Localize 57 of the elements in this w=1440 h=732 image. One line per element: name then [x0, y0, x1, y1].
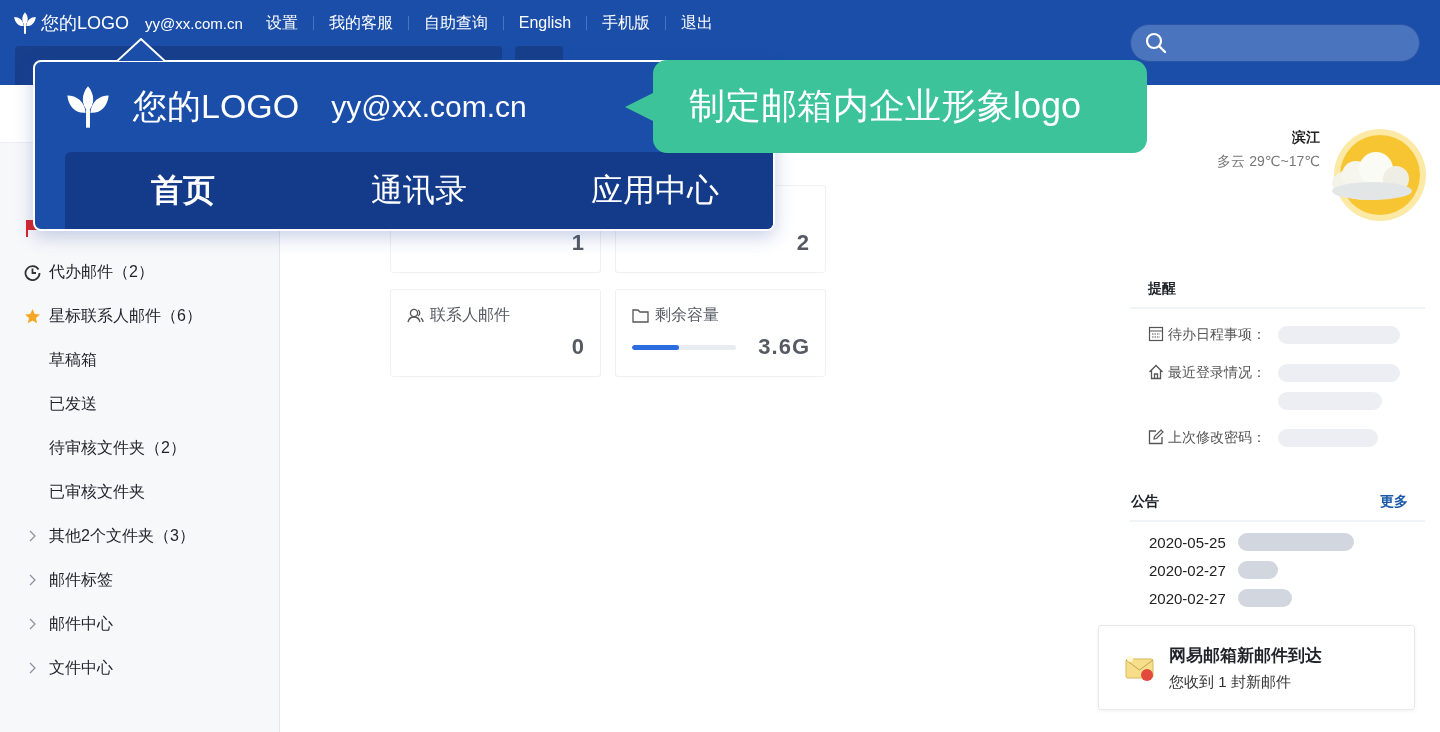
placeholder-bar	[1237, 589, 1292, 607]
search-icon	[1145, 32, 1167, 54]
stat-value: 1	[571, 230, 585, 256]
logo-text: 您的LOGO	[133, 86, 300, 127]
nav-link[interactable]: 自助查询	[418, 12, 493, 34]
clock-icon	[24, 263, 41, 281]
notice-date: 2020-02-27	[1149, 561, 1226, 579]
notification-text: 您收到 1 封新邮件	[1169, 672, 1292, 692]
stat-value: 2	[796, 230, 810, 256]
nav-link[interactable]: 手机版	[597, 12, 656, 34]
stat-label: 联系人邮件	[430, 304, 510, 325]
nav-tab[interactable]: 应用中心	[537, 152, 773, 229]
calendar-icon	[1148, 326, 1164, 342]
stat-value: 0	[571, 334, 585, 360]
stat-value: 3.6G	[758, 334, 810, 360]
edit-icon	[1148, 429, 1164, 445]
stat-label: 剩余容量	[655, 304, 719, 325]
folder-item[interactable]: 已审核文件夹	[49, 481, 145, 503]
reminder-label: 上次修改密码：	[1168, 428, 1266, 447]
notification-title: 网易邮箱新邮件到达	[1169, 644, 1322, 667]
folder-item[interactable]: 邮件标签	[49, 569, 113, 591]
logo-icon	[13, 11, 37, 35]
weather-city: 滨江	[1291, 128, 1320, 147]
nav-tab[interactable]: 通讯录	[301, 152, 537, 229]
folder-item[interactable]: 文件中心	[49, 657, 113, 679]
logo-text: 您的LOGO	[41, 12, 129, 35]
folder-item[interactable]: 邮件中心	[49, 613, 113, 635]
section-title: 提醒	[1148, 280, 1176, 298]
tooltip-text: 制定邮箱内企业形象logo	[689, 84, 1082, 128]
more-link[interactable]: 更多	[1380, 493, 1408, 511]
reminder-label: 最近登录情况：	[1168, 363, 1266, 382]
section-title: 公告	[1131, 493, 1159, 511]
nav-link[interactable]: 退出	[676, 12, 719, 34]
folder-item[interactable]: 星标联系人邮件（6）	[49, 305, 202, 327]
star-icon	[24, 307, 41, 325]
placeholder-bar	[1237, 561, 1278, 579]
email-address: yy@xx.com.cn	[331, 90, 527, 124]
mail-icon	[1125, 653, 1155, 682]
people-icon	[407, 306, 424, 324]
logo-icon	[65, 84, 111, 130]
nav-link[interactable]: 设置	[260, 12, 303, 34]
search-field[interactable]	[1130, 24, 1420, 62]
home-icon	[1148, 364, 1164, 380]
nav-link[interactable]: English	[513, 14, 577, 32]
folder-item[interactable]: 待审核文件夹（2）	[49, 437, 186, 459]
reminder-label: 待办日程事项：	[1168, 325, 1266, 344]
nav-link[interactable]: 我的客服	[323, 12, 398, 34]
notice-date: 2020-05-25	[1149, 533, 1226, 551]
folder-item[interactable]: 已发送	[49, 393, 97, 415]
weather-forecast: 多云 29℃~17℃	[1217, 153, 1320, 171]
folder-icon	[632, 307, 649, 323]
nav-tab[interactable]: 首页	[65, 152, 301, 229]
folder-item[interactable]: 其他2个文件夹（3）	[49, 525, 195, 547]
notice-date: 2020-02-27	[1149, 589, 1226, 607]
folder-item[interactable]: 代办邮件（2）	[49, 261, 154, 283]
email-address: yy@xx.com.cn	[145, 14, 243, 32]
folder-item[interactable]: 草稿箱	[49, 349, 97, 371]
